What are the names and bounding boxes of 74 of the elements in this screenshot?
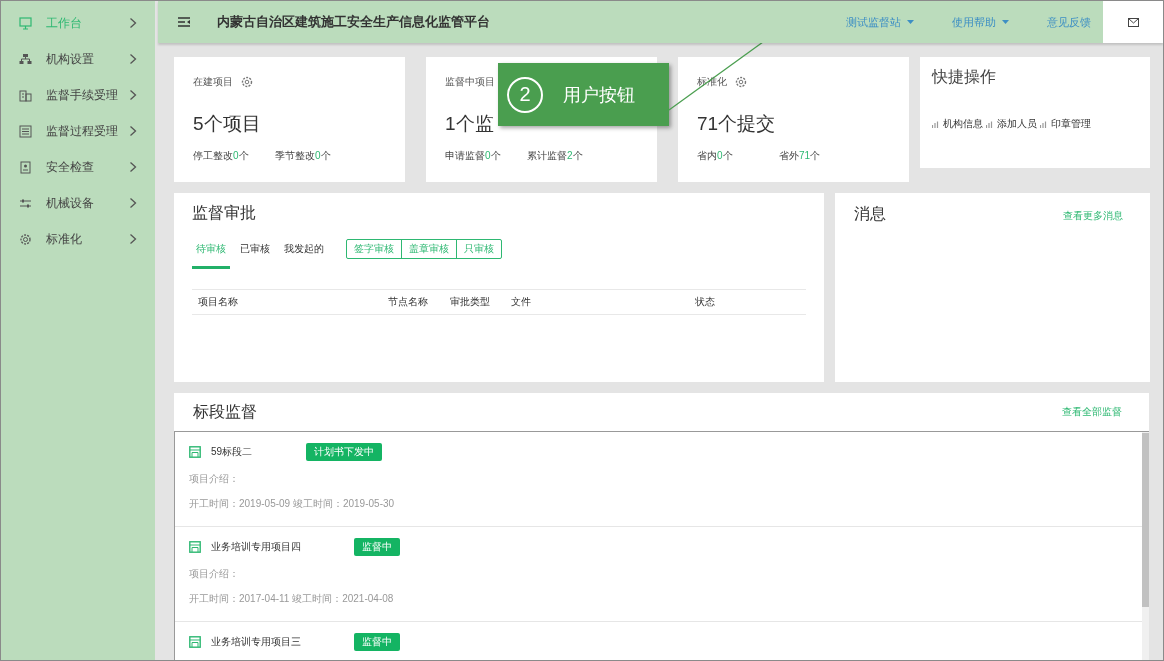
project-name: 业务培训专用项目三 bbox=[211, 635, 302, 649]
project-name: 59标段二 bbox=[211, 445, 254, 459]
project-item[interactable]: 业务培训专用项目三 监督中 bbox=[175, 622, 1142, 659]
project-item[interactable]: 59标段二 计划书下发中 项目介绍： 开工时间：2019-05-09 竣工时间：2019-05-30 bbox=[175, 432, 1142, 527]
column-header: 文件 bbox=[511, 296, 531, 307]
project-intro: 项目介绍： bbox=[189, 472, 240, 486]
project-intro: 项目介绍： bbox=[189, 567, 240, 581]
chevron-icon bbox=[129, 233, 137, 245]
bar-chart-icon bbox=[1040, 120, 1047, 128]
bar-chart-icon bbox=[986, 120, 993, 128]
status-badge: 监督中 bbox=[354, 538, 400, 556]
stat-value: 5个项目 bbox=[193, 112, 262, 135]
column-header: 审批类型 bbox=[450, 296, 490, 307]
building-icon bbox=[189, 636, 201, 648]
settings-icon bbox=[735, 76, 747, 88]
menu-icon[interactable] bbox=[178, 17, 190, 27]
sidebar-item[interactable]: 监督手续受理 bbox=[1, 77, 155, 113]
scrollbar[interactable] bbox=[1142, 432, 1149, 660]
app-title: 内蒙古自治区建筑施工安全生产信息化监管平台 bbox=[217, 13, 491, 31]
card-title: 快捷操作 bbox=[932, 67, 997, 87]
stat-detail: 省内0个 bbox=[697, 149, 734, 163]
monitor-icon bbox=[19, 16, 32, 30]
status-badge: 计划书下发中 bbox=[306, 443, 382, 461]
stat-label: 监督中项目 bbox=[445, 75, 495, 89]
chevron-icon bbox=[129, 53, 137, 65]
gear-icon bbox=[19, 232, 32, 246]
panel-title: 监督审批 bbox=[192, 203, 257, 223]
callout-text: 用户按钮 bbox=[563, 83, 635, 107]
sidebar-item[interactable]: 标准化 bbox=[1, 221, 155, 257]
stat-detail: 累计监督2个 bbox=[527, 149, 584, 163]
project-dates: 开工时间：2019-05-09 竣工时间：2019-05-30 bbox=[189, 497, 396, 511]
stat-label: 标准化 bbox=[697, 75, 727, 89]
sidebar-item[interactable]: 机械设备 bbox=[1, 185, 155, 221]
stat-label: 在建项目 bbox=[193, 75, 233, 89]
chevron-icon bbox=[129, 125, 137, 137]
project-item[interactable]: 业务培训专用项目四 监督中 项目介绍： 开工时间：2017-04-11 竣工时间：2021-04-08 bbox=[175, 527, 1142, 622]
stat-value: 1个监 bbox=[445, 112, 495, 135]
sidebar-item[interactable]: 机构设置 bbox=[1, 41, 155, 77]
id-badge-icon bbox=[19, 160, 32, 174]
chevron-icon bbox=[129, 89, 137, 101]
building-icon bbox=[19, 88, 32, 102]
sidebar-item[interactable]: 监督过程受理 bbox=[1, 113, 155, 149]
settings-icon bbox=[241, 76, 253, 88]
sitemap-icon bbox=[19, 52, 32, 66]
project-dates: 开工时间：2017-04-11 竣工时间：2021-04-08 bbox=[189, 592, 395, 606]
panel-title: 消息 bbox=[854, 204, 886, 224]
quick-action-link[interactable]: 印章管理 bbox=[1040, 117, 1091, 131]
column-header: 节点名称 bbox=[388, 296, 428, 307]
mail-icon[interactable] bbox=[1127, 17, 1139, 27]
chevron-icon bbox=[129, 161, 137, 173]
list-icon bbox=[19, 124, 32, 138]
quick-action-link[interactable]: 添加人员 bbox=[986, 117, 1037, 131]
quick-action-link[interactable]: 机构信息 bbox=[932, 117, 983, 131]
project-name: 业务培训专用项目四 bbox=[211, 540, 302, 554]
stat-detail: 季节整改0个 bbox=[275, 149, 332, 163]
chevron-icon bbox=[129, 197, 137, 209]
column-header: 状态 bbox=[695, 296, 715, 307]
column-header: 项目名称 bbox=[198, 296, 238, 307]
tab[interactable]: 我发起的 bbox=[280, 241, 328, 269]
stat-detail: 省外71个 bbox=[779, 149, 822, 163]
stat-detail: 申请监督0个 bbox=[445, 149, 502, 163]
stat-value: 71个提交 bbox=[697, 112, 777, 135]
stat-detail: 停工整改0个 bbox=[193, 149, 250, 163]
panel-title: 标段监督 bbox=[193, 401, 257, 422]
sidebar-item[interactable]: 安全检查 bbox=[1, 149, 155, 185]
caret-icon bbox=[907, 20, 914, 24]
tab[interactable]: 已审核 bbox=[236, 241, 274, 269]
chevron-icon bbox=[129, 17, 137, 29]
building-icon bbox=[189, 541, 201, 553]
bar-chart-icon bbox=[932, 120, 939, 128]
status-badge: 监督中 bbox=[354, 633, 400, 651]
step-number: 2 bbox=[507, 76, 543, 113]
building-icon bbox=[189, 446, 201, 458]
caret-icon bbox=[1002, 20, 1009, 24]
